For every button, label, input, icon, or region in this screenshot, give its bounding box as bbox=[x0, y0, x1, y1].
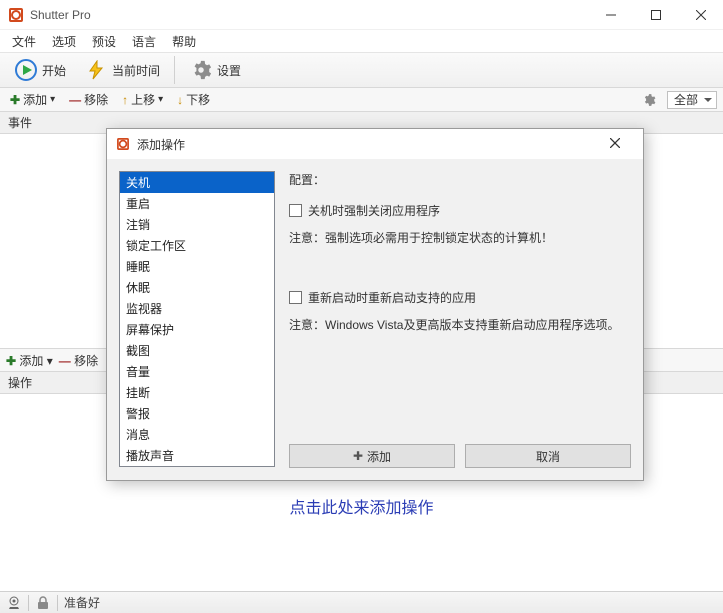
checkbox-icon bbox=[289, 204, 302, 217]
list-item[interactable]: 注销 bbox=[120, 214, 274, 235]
force-close-label: 关机时强制关闭应用程序 bbox=[308, 202, 440, 219]
list-item[interactable]: 监视器 bbox=[120, 298, 274, 319]
status-text: 准备好 bbox=[64, 594, 100, 611]
window-title: Shutter Pro bbox=[30, 8, 91, 22]
close-button[interactable] bbox=[678, 0, 723, 30]
lightning-icon bbox=[84, 58, 108, 82]
ops-label: 操作 bbox=[8, 374, 32, 391]
plus-icon: ✚ bbox=[353, 449, 363, 463]
dialog-cancel-label: 取消 bbox=[536, 448, 560, 465]
toolbar: 开始 当前时间 设置 bbox=[0, 52, 723, 88]
list-item[interactable]: 音量 bbox=[120, 361, 274, 382]
dialog-add-label: 添加 bbox=[367, 448, 391, 465]
checkbox-icon bbox=[289, 291, 302, 304]
events-actionstrip: ✚ 添加 ▾ — 移除 ↑ 上移 ▾ ↓ 下移 全部 bbox=[0, 88, 723, 112]
restart-apps-checkbox[interactable]: 重新启动时重新启动支持的应用 bbox=[289, 289, 631, 306]
menu-language[interactable]: 语言 bbox=[124, 30, 164, 53]
restart-apps-note: 注意：Windows Vista及更高版本支持重新启动应用程序选项。 bbox=[289, 316, 631, 334]
minus-icon: — bbox=[69, 93, 81, 107]
lock-icon[interactable] bbox=[35, 595, 51, 611]
force-close-checkbox[interactable]: 关机时强制关闭应用程序 bbox=[289, 202, 631, 219]
settings-button[interactable]: 设置 bbox=[181, 55, 249, 85]
toolbar-separator bbox=[174, 56, 175, 84]
config-pane: 配置： 关机时强制关闭应用程序 注意：强制选项必需用于控制锁定状态的计算机！ 重… bbox=[289, 171, 631, 468]
dialog-titlebar: 添加操作 bbox=[107, 129, 643, 159]
events-label: 事件 bbox=[8, 114, 32, 131]
menu-presets[interactable]: 预设 bbox=[84, 30, 124, 53]
gear-icon bbox=[189, 58, 213, 82]
action-listbox[interactable]: 关机重启注销锁定工作区睡眠休眠监视器屏幕保护截图音量挂断警报消息播放声音运行程序… bbox=[119, 171, 275, 467]
window-controls bbox=[588, 0, 723, 30]
dialog-title: 添加操作 bbox=[137, 136, 185, 153]
now-button[interactable]: 当前时间 bbox=[76, 55, 168, 85]
filter-value: 全部 bbox=[674, 91, 698, 108]
chevron-down-icon: ▾ bbox=[158, 94, 163, 105]
arrow-up-icon: ↑ bbox=[122, 93, 128, 107]
app-icon bbox=[115, 136, 131, 152]
add-action-dialog: 添加操作 关机重启注销锁定工作区睡眠休眠监视器屏幕保护截图音量挂断警报消息播放声… bbox=[106, 128, 644, 481]
titlebar: Shutter Pro bbox=[0, 0, 723, 30]
now-label: 当前时间 bbox=[112, 62, 160, 79]
remove-label: 移除 bbox=[84, 91, 108, 108]
add-label: 添加 bbox=[19, 354, 43, 368]
arrow-down-icon: ↓ bbox=[177, 93, 183, 107]
list-item[interactable]: 睡眠 bbox=[120, 256, 274, 277]
plus-icon: ✚ bbox=[6, 354, 16, 368]
chevron-down-icon: ▾ bbox=[47, 354, 53, 368]
add-label: 添加 bbox=[23, 91, 47, 108]
add-op-placeholder[interactable]: 点击此处来添加操作 bbox=[289, 494, 433, 518]
plus-icon: ✚ bbox=[10, 93, 20, 107]
force-close-note: 注意：强制选项必需用于控制锁定状态的计算机！ bbox=[289, 229, 631, 247]
maximize-button[interactable] bbox=[633, 0, 678, 30]
remove-label: 移除 bbox=[74, 354, 98, 368]
menu-bar: 文件 选项 预设 语言 帮助 bbox=[0, 30, 723, 52]
play-icon bbox=[14, 58, 38, 82]
menu-file[interactable]: 文件 bbox=[4, 30, 44, 53]
list-item[interactable]: 消息 bbox=[120, 424, 274, 445]
config-label: 配置： bbox=[289, 171, 631, 188]
statusbar: 准备好 bbox=[0, 591, 723, 613]
list-item[interactable]: 运行程序 bbox=[120, 466, 274, 467]
dialog-cancel-button[interactable]: 取消 bbox=[465, 444, 631, 468]
minus-icon: — bbox=[59, 354, 71, 368]
start-button[interactable]: 开始 bbox=[6, 55, 74, 85]
app-icon bbox=[8, 7, 24, 23]
menu-options[interactable]: 选项 bbox=[44, 30, 84, 53]
dialog-add-button[interactable]: ✚ 添加 bbox=[289, 444, 455, 468]
filter-dropdown[interactable]: 全部 bbox=[667, 91, 717, 109]
list-item[interactable]: 截图 bbox=[120, 340, 274, 361]
webcam-icon[interactable] bbox=[6, 595, 22, 611]
add-op-button[interactable]: ✚ 添加 ▾ bbox=[6, 352, 53, 369]
list-item[interactable]: 锁定工作区 bbox=[120, 235, 274, 256]
remove-op-button[interactable]: — 移除 bbox=[59, 352, 98, 369]
movedown-label: 下移 bbox=[186, 91, 210, 108]
list-item[interactable]: 重启 bbox=[120, 193, 274, 214]
start-label: 开始 bbox=[42, 62, 66, 79]
chevron-down-icon: ▾ bbox=[50, 94, 55, 105]
movedown-event-button[interactable]: ↓ 下移 bbox=[173, 91, 214, 108]
add-event-button[interactable]: ✚ 添加 ▾ bbox=[6, 91, 59, 108]
dialog-close-button[interactable] bbox=[595, 137, 635, 151]
moveup-label: 上移 bbox=[131, 91, 155, 108]
list-item[interactable]: 休眠 bbox=[120, 277, 274, 298]
menu-help[interactable]: 帮助 bbox=[164, 30, 204, 53]
moveup-event-button[interactable]: ↑ 上移 ▾ bbox=[118, 91, 167, 108]
list-item[interactable]: 警报 bbox=[120, 403, 274, 424]
gear-icon[interactable] bbox=[641, 92, 657, 108]
list-item[interactable]: 播放声音 bbox=[120, 445, 274, 466]
list-item[interactable]: 挂断 bbox=[120, 382, 274, 403]
list-item[interactable]: 屏幕保护 bbox=[120, 319, 274, 340]
remove-event-button[interactable]: — 移除 bbox=[65, 91, 112, 108]
restart-apps-label: 重新启动时重新启动支持的应用 bbox=[308, 289, 476, 306]
minimize-button[interactable] bbox=[588, 0, 633, 30]
settings-label: 设置 bbox=[217, 62, 241, 79]
list-item[interactable]: 关机 bbox=[120, 172, 274, 193]
